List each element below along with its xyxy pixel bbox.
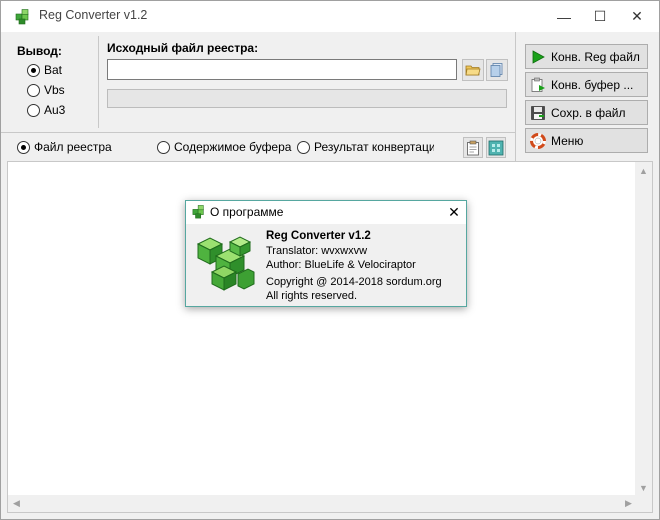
- radio-unchecked-icon: [27, 103, 40, 117]
- view-radio-registry-file[interactable]: Файл реестра: [17, 140, 112, 154]
- dialog-rights: All rights reserved.: [266, 290, 358, 302]
- convert-reg-label: Конв. Reg файл: [551, 49, 640, 64]
- vertical-scrollbar[interactable]: ▲ ▼: [635, 162, 652, 496]
- paste-clipboard-button[interactable]: [463, 137, 483, 158]
- output-label: Вывод:: [17, 44, 62, 58]
- window-title: Reg Converter v1.2: [39, 8, 148, 22]
- scroll-left-icon[interactable]: ◀: [8, 495, 25, 512]
- app-icon: [15, 9, 29, 25]
- title-bar: Reg Converter v1.2 — ☐ ✕: [1, 1, 659, 32]
- close-button[interactable]: ✕: [618, 1, 656, 32]
- play-icon: [530, 49, 546, 65]
- scroll-up-icon[interactable]: ▲: [635, 162, 652, 179]
- output-radio-vbs[interactable]: Vbs: [27, 83, 65, 97]
- open-folder-button[interactable]: [462, 59, 484, 81]
- radio-checked-icon: [27, 63, 40, 77]
- app-icon: [192, 205, 204, 219]
- about-dialog: О программе ✕ Reg Converter v1.2 Transla…: [185, 200, 467, 307]
- top-panel: Вывод: Bat Vbs Au3 Исходный файл реестра…: [1, 32, 659, 163]
- dialog-title: О программе: [210, 205, 284, 219]
- scroll-corner: [635, 495, 652, 512]
- save-file-button[interactable]: Сохр. в файл: [525, 100, 648, 125]
- radio-unchecked-icon: [157, 140, 170, 154]
- view-option-clipboard: Содержимое буфера: [174, 140, 292, 154]
- dialog-title-bar: О программе ✕: [186, 201, 466, 224]
- clipboard-play-icon: [530, 77, 546, 93]
- divider: [515, 32, 516, 163]
- maximize-icon: ☐: [593, 8, 607, 24]
- menu-button[interactable]: Меню: [525, 128, 648, 153]
- convert-clipboard-button[interactable]: Конв. буфер ...: [525, 72, 648, 97]
- view-option-result: Результат конвертации: [314, 140, 434, 154]
- convert-reg-button[interactable]: Конв. Reg файл: [525, 44, 648, 69]
- dialog-body: Reg Converter v1.2 Translator: wvxwxvw A…: [186, 224, 466, 306]
- maximize-button[interactable]: ☐: [581, 1, 619, 32]
- dialog-app-name: Reg Converter v1.2: [266, 230, 371, 242]
- radio-unchecked-icon: [27, 83, 40, 97]
- menu-label: Меню: [551, 133, 584, 148]
- copy-icon: [490, 63, 503, 77]
- horizontal-scrollbar[interactable]: ◀ ▶: [8, 495, 637, 512]
- view-option-registry-file: Файл реестра: [34, 140, 112, 154]
- output-option-vbs: Vbs: [44, 83, 65, 97]
- view-radio-result[interactable]: Результат конвертации: [297, 140, 434, 154]
- output-radio-bat[interactable]: Bat: [27, 63, 62, 77]
- floppy-icon: [530, 105, 546, 121]
- save-file-label: Сохр. в файл: [551, 105, 626, 120]
- registry-editor-button[interactable]: [486, 137, 506, 158]
- source-file-label: Исходный файл реестра:: [107, 41, 259, 55]
- minimize-button[interactable]: —: [545, 1, 583, 32]
- minimize-icon: —: [557, 8, 571, 25]
- folder-open-icon: [465, 65, 481, 76]
- green-cube-logo: [196, 236, 255, 291]
- dialog-close-button[interactable]: ✕: [446, 203, 462, 221]
- view-selector-bar: Файл реестра Содержимое буфера Результат…: [1, 132, 515, 161]
- scroll-down-icon[interactable]: ▼: [635, 479, 652, 496]
- radio-unchecked-icon: [297, 140, 310, 154]
- output-option-bat: Bat: [44, 63, 63, 77]
- output-option-au3: Au3: [44, 103, 66, 117]
- close-icon: ✕: [448, 203, 460, 220]
- source-file-input[interactable]: [107, 59, 457, 80]
- convert-clipboard-label: Конв. буфер ...: [551, 77, 634, 92]
- dialog-copyright: Copyright @ 2014-2018 sordum.org: [266, 276, 442, 288]
- copy-path-button[interactable]: [486, 59, 508, 81]
- dialog-author: Author: BlueLife & Velociraptor: [266, 259, 416, 271]
- radio-checked-icon: [17, 140, 30, 154]
- dialog-translator: Translator: wvxwxvw: [266, 245, 368, 257]
- registry-editor-icon: [488, 140, 504, 155]
- progress-bar: [107, 89, 507, 108]
- app-window: Reg Converter v1.2 — ☐ ✕ Вывод: Bat Vbs …: [0, 0, 660, 520]
- clipboard-icon: [467, 140, 479, 155]
- close-icon: ✕: [631, 8, 643, 24]
- view-radio-clipboard[interactable]: Содержимое буфера: [157, 140, 291, 154]
- lifebuoy-icon: [530, 132, 546, 149]
- output-radio-au3[interactable]: Au3: [27, 103, 65, 117]
